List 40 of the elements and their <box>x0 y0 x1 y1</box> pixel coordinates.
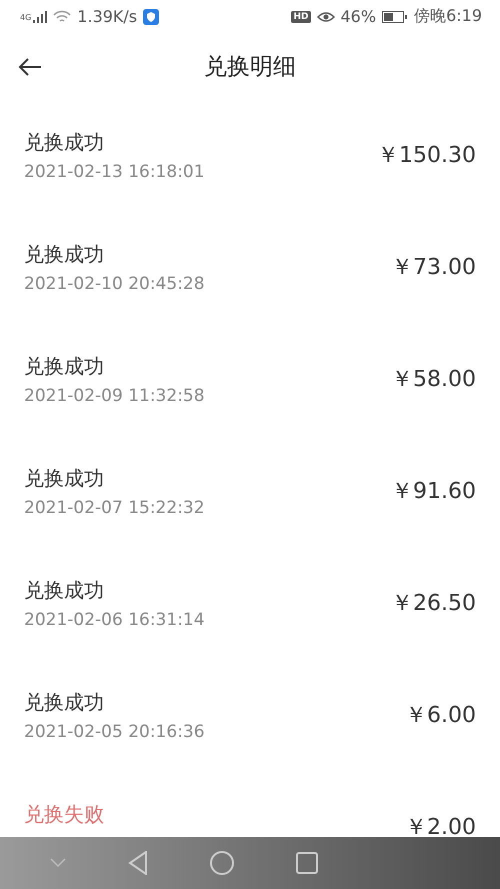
back-arrow-icon <box>18 56 42 76</box>
exchange-time: 2021-02-13 16:18:01 <box>24 161 205 184</box>
triangle-back-icon <box>128 851 148 875</box>
exchange-status: 兑换成功 <box>24 353 105 380</box>
exchange-status: 兑换成功 <box>24 689 105 716</box>
exchange-amount: ￥150.30 <box>377 142 476 170</box>
exchange-status: 兑换成功 <box>24 129 105 156</box>
network-speed: 1.39K/s <box>77 7 138 26</box>
shield-app-icon <box>143 8 160 24</box>
exchange-time: 2021-02-10 20:45:28 <box>24 273 205 296</box>
exchange-amount: ￥6.00 <box>405 702 476 730</box>
battery-icon <box>382 10 408 22</box>
recents-button[interactable] <box>296 852 318 874</box>
home-button[interactable] <box>210 851 234 875</box>
exchange-amount: ￥2.00 <box>405 814 476 837</box>
network-type: 4G <box>20 13 32 22</box>
battery-percent: 46% <box>340 7 376 26</box>
exchange-status: 兑换成功 <box>24 465 105 492</box>
signal-icon <box>33 10 48 22</box>
hd-badge: HD <box>291 10 310 22</box>
exchange-amount: ￥91.60 <box>391 478 476 506</box>
page-title: 兑换明细 <box>204 53 296 82</box>
back-nav-button[interactable] <box>128 851 148 875</box>
chevron-down-icon <box>50 858 66 868</box>
exchange-status: 兑换成功 <box>24 577 105 604</box>
exchange-amount: ￥26.50 <box>391 590 476 618</box>
clock: 傍晚6:19 <box>414 6 482 27</box>
exchange-time: 2021-02-07 15:22:32 <box>24 497 205 520</box>
exchange-time: 2021-02-05 20:16:36 <box>24 721 205 744</box>
exchange-amount: ￥73.00 <box>391 254 476 282</box>
exchange-time: 2021-02-06 16:31:14 <box>24 609 205 632</box>
exchange-amount: ￥58.00 <box>391 366 476 394</box>
exchange-time: 2021-02-09 11:32:58 <box>24 385 205 408</box>
exchange-status: 兑换成功 <box>24 241 105 268</box>
collapse-button[interactable] <box>50 858 66 868</box>
eye-icon <box>316 10 334 22</box>
circle-home-icon <box>210 851 234 875</box>
exchange-status: 兑换失败 <box>24 801 104 828</box>
wifi-icon <box>53 10 72 24</box>
square-recents-icon <box>296 852 318 874</box>
